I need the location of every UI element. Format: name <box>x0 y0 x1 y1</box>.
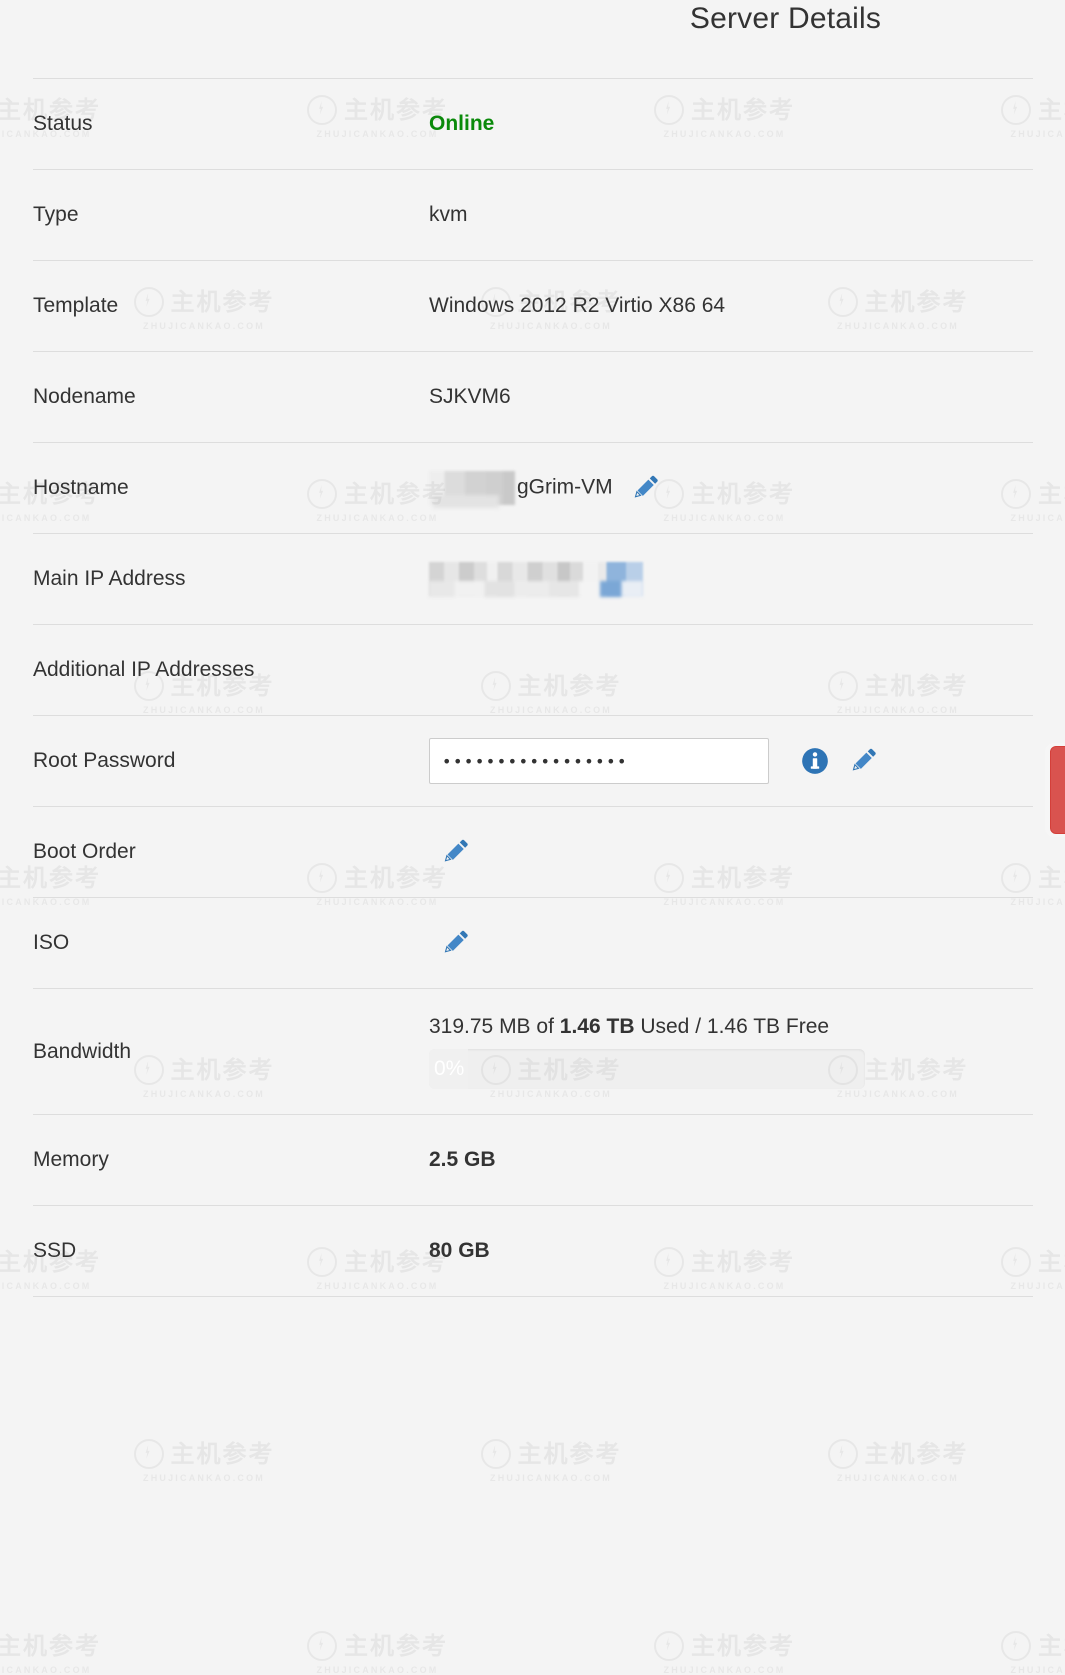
row-value-ssd: 80 GB <box>429 1206 1033 1297</box>
table-row: Hostname gGrim-VM <box>33 443 1033 534</box>
row-value-root-password <box>429 716 1033 807</box>
watermark-cn-text: 主机参考 <box>518 1442 622 1466</box>
bandwidth-percent-label: 0% <box>434 1057 464 1081</box>
row-value-status: Online <box>429 79 1033 170</box>
bolt-circle-icon <box>654 1631 684 1661</box>
watermark-cn-text: 主机参考 <box>0 1634 101 1658</box>
row-label-status: Status <box>33 79 429 170</box>
row-label-iso: ISO <box>33 898 429 989</box>
table-row: ISO <box>33 898 1033 989</box>
bolt-circle-icon <box>828 1439 858 1469</box>
row-label-bandwidth: Bandwidth <box>33 989 429 1115</box>
watermark-cn-text: 主机参考 <box>171 1442 275 1466</box>
bandwidth-of-label: of <box>536 1015 554 1038</box>
hostname-text: gGrim-VM <box>517 476 613 499</box>
bolt-circle-icon <box>481 1439 511 1469</box>
watermark-en-text: ZHUJICANKAO.COM <box>317 1665 439 1675</box>
watermark-en-text: ZHUJICANKAO.COM <box>490 1473 612 1483</box>
row-label-ssd: SSD <box>33 1206 429 1297</box>
watermark-en-text: ZHUJICANKAO.COM <box>664 1665 786 1675</box>
info-icon[interactable] <box>801 747 829 775</box>
row-label-main-ip: Main IP Address <box>33 534 429 625</box>
row-value-template: Windows 2012 R2 Virtio X86 64 <box>429 261 1033 352</box>
page-title: Server Details <box>253 0 1065 36</box>
row-label-nodename: Nodename <box>33 352 429 443</box>
table-row: Memory 2.5 GB <box>33 1115 1033 1206</box>
watermark-cn-text: 主机参考 <box>691 1634 795 1658</box>
root-password-icon-group <box>801 746 881 776</box>
row-value-additional-ips <box>429 625 1033 716</box>
row-label-template: Template <box>33 261 429 352</box>
watermark: 主机参考 ZHUJICANKAO.COM <box>0 1631 101 1675</box>
row-value-nodename: SJKVM6 <box>429 352 1033 443</box>
bandwidth-summary: 319.75 MB of 1.46 TB Used / 1.46 TB Free <box>429 1014 1033 1039</box>
watermark-cn-text: 主机参考 <box>1038 1634 1065 1658</box>
root-password-input[interactable] <box>429 738 769 784</box>
row-label-root-password: Root Password <box>33 716 429 807</box>
table-row: Additional IP Addresses <box>33 625 1033 716</box>
table-row: Status Online <box>33 79 1033 170</box>
watermark-en-text: ZHUJICANKAO.COM <box>143 1473 265 1483</box>
pencil-icon[interactable] <box>443 837 473 867</box>
watermark-en-text: ZHUJICANKAO.COM <box>1011 1665 1065 1675</box>
row-value-iso <box>429 898 1033 989</box>
table-row: Nodename SJKVM6 <box>33 352 1033 443</box>
bandwidth-progress-bar: 0% <box>429 1049 865 1089</box>
table-row: Boot Order <box>33 807 1033 898</box>
table-row: SSD 80 GB <box>33 1206 1033 1297</box>
hostname-edit-button[interactable] <box>633 473 663 503</box>
row-label-additional-ips: Additional IP Addresses <box>33 625 429 716</box>
bandwidth-used-label: Used <box>640 1015 689 1038</box>
watermark-cn-text: 主机参考 <box>344 1634 448 1658</box>
watermark: 主机参考 ZHUJICANKAO.COM <box>828 1439 969 1483</box>
watermark: 主机参考 ZHUJICANKAO.COM <box>481 1439 622 1483</box>
row-label-memory: Memory <box>33 1115 429 1206</box>
watermark-en-text: ZHUJICANKAO.COM <box>0 1665 92 1675</box>
watermark: 主机参考 ZHUJICANKAO.COM <box>654 1631 795 1675</box>
row-label-hostname: Hostname <box>33 443 429 534</box>
bolt-circle-icon <box>307 1631 337 1661</box>
bandwidth-progress-fill: 0% <box>429 1049 468 1089</box>
bolt-circle-icon <box>1001 1631 1031 1661</box>
table-row: Bandwidth 319.75 MB of 1.46 TB Used / 1.… <box>33 989 1033 1115</box>
bandwidth-used: 319.75 MB <box>429 1015 531 1038</box>
row-label-boot-order: Boot Order <box>33 807 429 898</box>
row-value-boot-order <box>429 807 1033 898</box>
bandwidth-free: 1.46 TB Free <box>707 1015 829 1038</box>
row-value-bandwidth: 319.75 MB of 1.46 TB Used / 1.46 TB Free… <box>429 989 1033 1115</box>
bandwidth-total: 1.46 TB <box>560 1015 635 1038</box>
status-badge: Online <box>429 112 494 135</box>
row-value-type: kvm <box>429 170 1033 261</box>
row-label-type: Type <box>33 170 429 261</box>
watermark: 主机参考 ZHUJICANKAO.COM <box>134 1439 275 1483</box>
pencil-icon[interactable] <box>633 473 663 503</box>
table-row: Type kvm <box>33 170 1033 261</box>
watermark-en-text: ZHUJICANKAO.COM <box>837 1473 959 1483</box>
table-row: Main IP Address <box>33 534 1033 625</box>
watermark-cn-text: 主机参考 <box>865 1442 969 1466</box>
table-row: Root Password <box>33 716 1033 807</box>
table-row: Template Windows 2012 R2 Virtio X86 64 <box>33 261 1033 352</box>
watermark: 主机参考 ZHUJICANKAO.COM <box>1001 1631 1065 1675</box>
bolt-circle-icon <box>134 1439 164 1469</box>
hostname-redacted-block <box>429 471 515 505</box>
watermark: 主机参考 ZHUJICANKAO.COM <box>307 1631 448 1675</box>
danger-action-button[interactable] <box>1050 746 1065 834</box>
server-details-table: Status Online Type kvm Template Windows … <box>33 78 1033 1297</box>
row-value-hostname: gGrim-VM <box>429 443 1033 534</box>
pencil-icon[interactable] <box>851 746 881 776</box>
bandwidth-separator: / <box>695 1015 701 1038</box>
row-value-main-ip <box>429 534 1033 625</box>
server-details-panel: Server Details Status Online Type kvm Te… <box>0 0 1065 1297</box>
main-ip-redacted-block <box>429 562 643 596</box>
row-value-memory: 2.5 GB <box>429 1115 1033 1206</box>
pencil-icon[interactable] <box>443 928 473 958</box>
